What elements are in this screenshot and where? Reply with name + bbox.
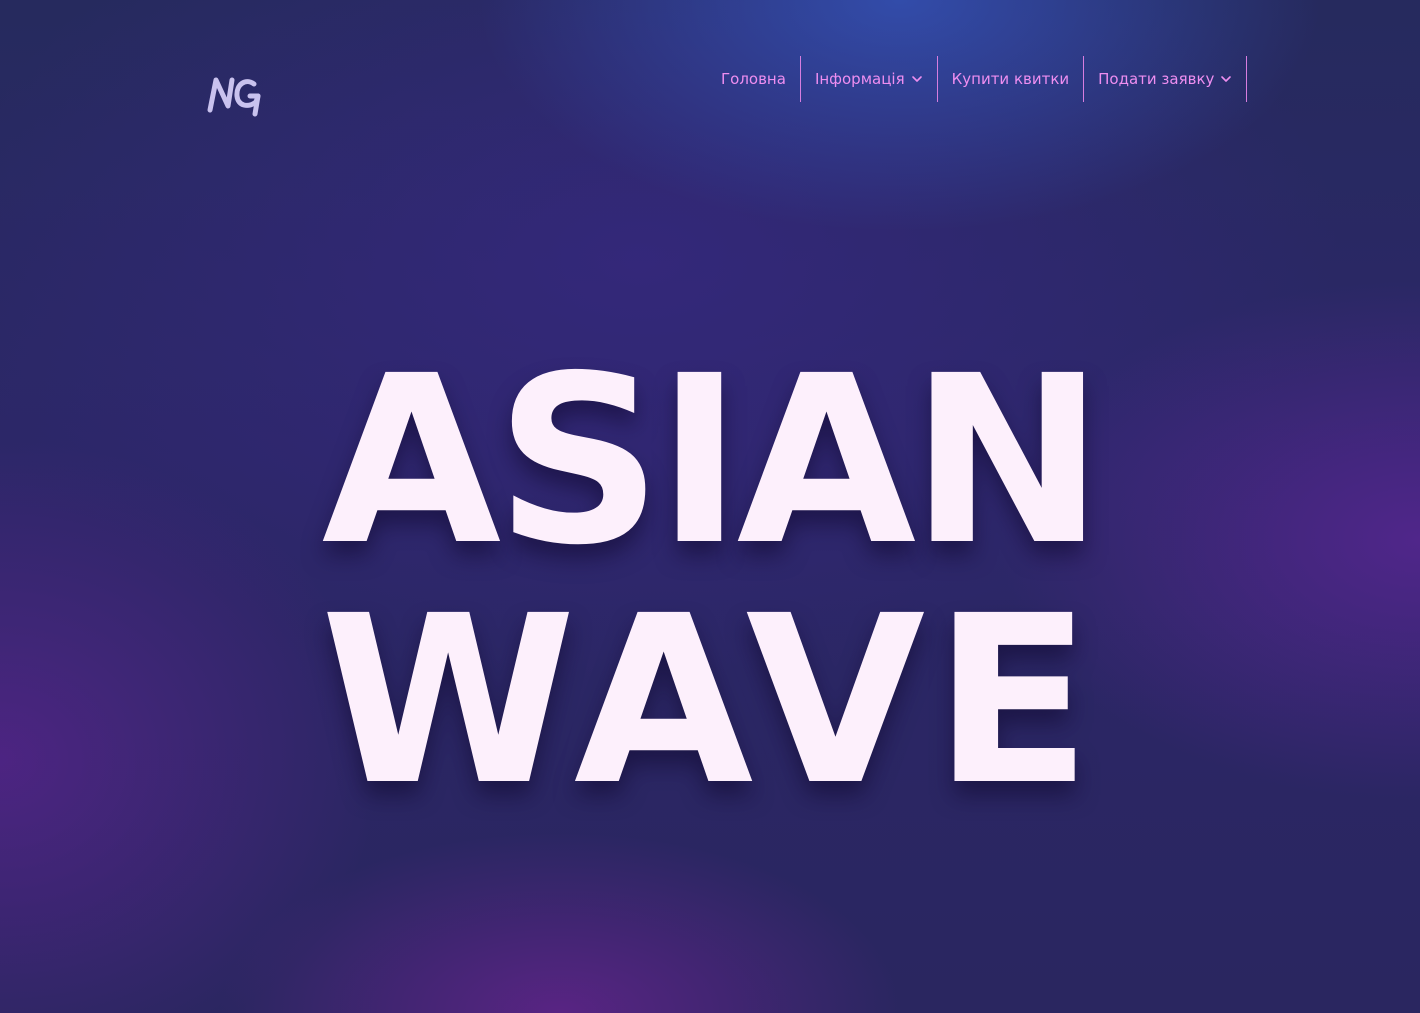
- hero-title-line-2: WAVE: [320, 566, 1100, 837]
- nav-item-buy-tickets[interactable]: Купити квитки: [936, 56, 1084, 102]
- nav-item-label: Інформація: [814, 70, 905, 88]
- chevron-down-icon: [1220, 73, 1232, 85]
- nav-item-information[interactable]: Інформація: [799, 56, 937, 102]
- nav-item-label: Головна: [721, 70, 786, 88]
- chevron-down-icon: [911, 73, 923, 85]
- nav-item-label: Купити квитки: [951, 70, 1070, 88]
- nav-item-submit-application[interactable]: Подати заявку: [1083, 56, 1248, 102]
- ng-logo-icon: [206, 74, 268, 120]
- main-nav: Головна Інформація Купити квитки Подати …: [707, 56, 1248, 102]
- hero-title: ASIAN WAVE: [0, 341, 1420, 821]
- nav-item-label: Подати заявку: [1098, 70, 1215, 88]
- hero-title-line-1: ASIAN: [321, 326, 1105, 597]
- site-logo[interactable]: [206, 74, 268, 120]
- nav-item-home[interactable]: Головна: [707, 56, 800, 102]
